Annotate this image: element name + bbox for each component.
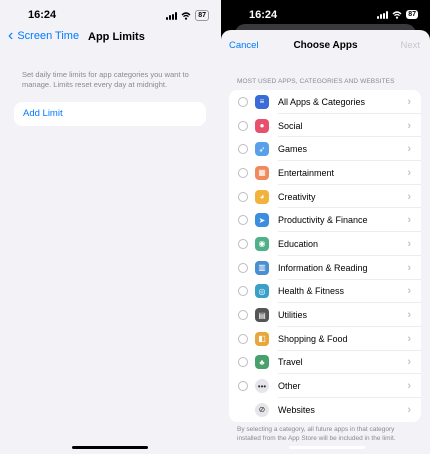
category-label: Shopping & Food — [278, 333, 348, 344]
category-label: Productivity & Finance — [278, 215, 368, 226]
chevron-right-icon[interactable]: › — [407, 191, 411, 203]
home-indicator[interactable] — [72, 446, 148, 449]
rocket-icon: ➶ — [255, 142, 269, 157]
category-row[interactable]: ⊘ Websites › — [229, 398, 421, 422]
app-limits-screen: 16:24 87 ‹ Screen Time App Limits Set da… — [0, 0, 221, 454]
category-label: Education — [278, 238, 319, 249]
chevron-right-icon[interactable]: › — [407, 380, 411, 392]
add-limit-button[interactable]: Add Limit — [14, 102, 206, 126]
chevron-right-icon[interactable]: › — [407, 167, 411, 179]
category-label: Entertainment — [278, 167, 335, 178]
shopping-bag-icon: ◧ — [255, 331, 269, 346]
chevron-right-icon[interactable]: › — [407, 356, 411, 368]
category-label: Creativity — [278, 191, 316, 202]
category-row[interactable]: ≡ All Apps & Categories › — [229, 90, 421, 114]
chevron-right-icon[interactable]: › — [407, 120, 411, 132]
book-icon: ▥ — [255, 260, 269, 275]
status-time: 16:24 — [28, 9, 57, 21]
selection-radio[interactable] — [238, 167, 248, 178]
wifi-icon — [392, 10, 402, 19]
signal-icon — [166, 11, 178, 20]
selection-radio[interactable] — [238, 96, 248, 107]
status-time: 16:24 — [249, 9, 278, 21]
stack-icon: ≡ — [255, 94, 269, 109]
chevron-right-icon[interactable]: › — [407, 404, 411, 416]
back-button-label: Screen Time — [17, 30, 80, 42]
category-row[interactable]: ▤ Utilities › — [229, 303, 421, 327]
selection-radio[interactable] — [238, 144, 248, 155]
calculator-icon: ▤ — [255, 308, 269, 323]
section-header: MOST USED APPS, CATEGORIES AND WEBSITES — [237, 78, 395, 85]
selection-radio[interactable] — [238, 238, 248, 249]
category-label: Websites — [278, 404, 315, 415]
category-row[interactable]: ◧ Shopping & Food › — [229, 327, 421, 351]
footer-note: By selecting a category, all future apps… — [237, 426, 396, 442]
next-button[interactable]: Next — [400, 40, 420, 51]
more-dots-icon: ••• — [255, 379, 269, 394]
category-row[interactable]: ▥ Information & Reading › — [229, 256, 421, 280]
app-limits-description: Set daily time limits for app categories… — [22, 70, 189, 89]
selection-radio[interactable] — [238, 120, 248, 131]
app-category-list: ≡ All Apps & Categories › ● Social › ➶ Games › ▦ E… — [229, 90, 421, 422]
bicycle-icon: ◎ — [255, 284, 269, 299]
back-button[interactable]: ‹ Screen Time — [8, 27, 80, 44]
category-row[interactable]: ••• Other › — [229, 374, 421, 398]
category-row[interactable]: ◉ Education › — [229, 232, 421, 256]
category-label: Games — [278, 144, 308, 155]
chevron-right-icon[interactable]: › — [407, 238, 411, 250]
palm-tree-icon: ♣ — [255, 355, 269, 370]
category-row[interactable]: ➤ Productivity & Finance › — [229, 208, 421, 233]
selection-radio[interactable] — [238, 310, 248, 321]
paper-plane-icon: ➤ — [255, 213, 269, 228]
selection-radio[interactable] — [238, 357, 248, 368]
status-icons: 87 — [166, 10, 209, 21]
palette-icon: ◕ — [255, 189, 269, 204]
status-icons: 87 — [377, 10, 418, 19]
selection-radio[interactable] — [238, 381, 248, 392]
social-icon: ● — [255, 118, 269, 133]
category-label: Social — [278, 120, 303, 131]
category-label: Information & Reading — [278, 262, 368, 273]
page-title: App Limits — [88, 31, 145, 43]
selection-radio[interactable] — [238, 215, 248, 226]
selection-radio[interactable] — [238, 262, 248, 273]
category-label: All Apps & Categories — [278, 96, 366, 107]
category-row[interactable]: ◕ Creativity › — [229, 185, 421, 209]
sheet-title: Choose Apps — [293, 40, 358, 51]
chevron-right-icon[interactable]: › — [407, 309, 411, 321]
category-row[interactable]: ♣ Travel › — [229, 351, 421, 375]
compass-icon: ⊘ — [255, 402, 269, 417]
category-label: Travel — [278, 357, 303, 368]
chevron-right-icon[interactable]: › — [407, 143, 411, 155]
status-bar: 16:24 87 — [0, 0, 221, 28]
choose-apps-screen: 16:24 87 Cancel Choose Apps Next MOST US… — [221, 0, 430, 454]
chevron-left-icon: ‹ — [8, 27, 14, 44]
category-row[interactable]: ◎ Health & Fitness › — [229, 280, 421, 304]
selection-radio[interactable] — [238, 191, 248, 202]
chevron-right-icon[interactable]: › — [407, 96, 411, 108]
category-row[interactable]: ➶ Games › — [229, 137, 421, 162]
chevron-right-icon[interactable]: › — [407, 214, 411, 226]
selection-radio[interactable] — [238, 286, 248, 297]
selection-radio[interactable] — [238, 333, 248, 344]
globe-icon: ◉ — [255, 236, 269, 251]
signal-icon — [377, 10, 389, 19]
chevron-right-icon[interactable]: › — [407, 262, 411, 274]
category-label: Health & Fitness — [278, 286, 345, 297]
chevron-right-icon[interactable]: › — [407, 285, 411, 297]
home-indicator[interactable] — [289, 446, 365, 449]
category-row[interactable]: ● Social › — [229, 114, 421, 138]
popcorn-icon: ▦ — [255, 165, 269, 180]
category-label: Other — [278, 381, 301, 392]
battery-icon: 87 — [195, 10, 209, 21]
category-row[interactable]: ▦ Entertainment › — [229, 161, 421, 185]
category-label: Utilities — [278, 310, 308, 321]
battery-icon: 87 — [406, 10, 418, 19]
chevron-right-icon[interactable]: › — [407, 333, 411, 345]
choose-apps-sheet: Cancel Choose Apps Next MOST USED APPS, … — [221, 30, 430, 454]
wifi-icon — [181, 11, 191, 20]
